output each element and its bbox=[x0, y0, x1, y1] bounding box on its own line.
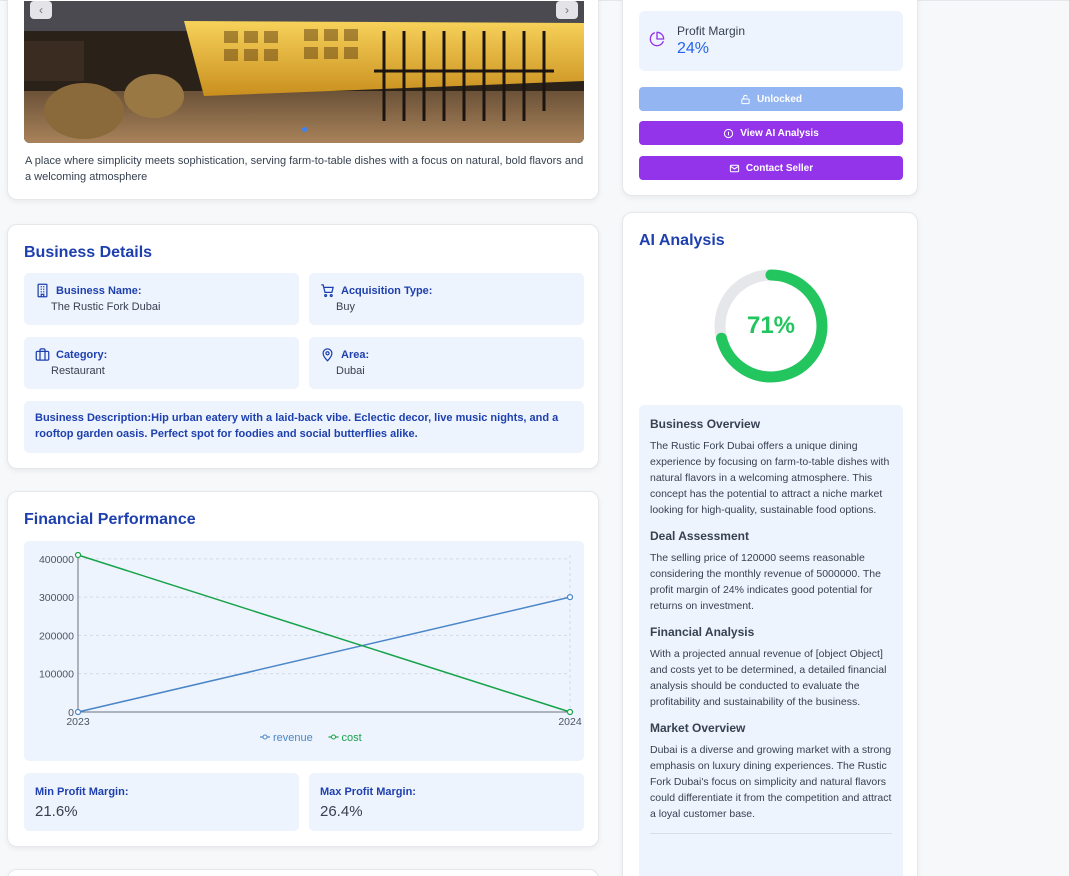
revenue-line bbox=[77, 596, 571, 713]
y-tick-label: 200000 bbox=[39, 630, 74, 642]
business-name-value: The Rustic Fork Dubai bbox=[51, 301, 161, 313]
revenue-legend-marker bbox=[262, 734, 268, 740]
y-tick-label: 400000 bbox=[39, 554, 74, 566]
business-description: Business Description:Hip urban eatery wi… bbox=[24, 401, 584, 453]
ai-analysis-title: AI Analysis bbox=[639, 232, 725, 249]
contact-seller-button[interactable]: Contact Seller bbox=[639, 156, 903, 180]
market-overview-text: Dubai is a diverse and growing market wi… bbox=[650, 744, 892, 820]
category-label: Category: bbox=[56, 349, 108, 361]
business-details-title: Business Details bbox=[24, 244, 153, 261]
carousel-prev-button[interactable]: ‹ bbox=[30, 1, 52, 19]
acquisition-type-value: Buy bbox=[336, 301, 355, 313]
carousel-next-button[interactable]: › bbox=[556, 1, 578, 19]
acquisition-type-box: Acquisition Type: Buy bbox=[309, 273, 584, 325]
listing-summary-card: Profit Margin 24% Unlocked View AI Analy… bbox=[622, 0, 918, 196]
divider bbox=[650, 833, 892, 834]
revenue-point bbox=[566, 594, 574, 601]
gallery-description: A place where simplicity meets sophistic… bbox=[25, 155, 584, 183]
contact-seller-label: Contact Seller bbox=[745, 162, 814, 174]
score-value: 71% bbox=[746, 312, 796, 339]
market-overview-heading: Market Overview bbox=[650, 721, 746, 735]
view-ai-analysis-label: View AI Analysis bbox=[740, 127, 819, 139]
restaurant-photo bbox=[24, 1, 584, 143]
financial-performance-card: Financial Performance 400000 300000 200000… bbox=[7, 491, 599, 847]
profit-margin-value: 24% bbox=[677, 40, 710, 57]
unlock-icon bbox=[741, 94, 750, 104]
business-overview-heading: Business Overview bbox=[650, 417, 761, 431]
ai-analysis-body: Business Overview The Rustic Fork Dubai … bbox=[639, 405, 903, 876]
acquisition-type-label: Acquisition Type: bbox=[341, 285, 433, 297]
unlocked-button[interactable]: Unlocked bbox=[639, 87, 903, 111]
line-chart: 40000030000020000010000002023 2024revenue… bbox=[39, 551, 582, 744]
max-profit-margin-value: 26.4% bbox=[320, 803, 363, 820]
map-pin-icon bbox=[322, 348, 333, 362]
cart-icon bbox=[321, 284, 334, 298]
profit-margin-box: Profit Margin 24% bbox=[639, 11, 903, 71]
y-tick-label: 300000 bbox=[39, 592, 74, 604]
deal-assessment-text: The selling price of 120000 seems reason… bbox=[650, 552, 881, 612]
mail-icon bbox=[729, 164, 740, 172]
pie-chart-icon bbox=[649, 31, 665, 47]
min-profit-margin-value: 21.6% bbox=[35, 803, 78, 820]
category-box: Category: Restaurant bbox=[24, 337, 299, 389]
info-icon bbox=[724, 128, 734, 138]
revenue-point bbox=[74, 708, 82, 716]
business-name-label: Business Name: bbox=[56, 285, 142, 297]
cost-point bbox=[74, 551, 82, 559]
business-details-card: Business Details Business Name: The Rust… bbox=[7, 224, 599, 469]
area-value: Dubai bbox=[336, 365, 365, 377]
area-label: Area: bbox=[341, 349, 370, 361]
min-profit-margin-label: Min Profit Margin: bbox=[35, 786, 129, 798]
financial-analysis-text: With a projected annual revenue of [obje… bbox=[650, 648, 887, 708]
y-tick-label: 100000 bbox=[39, 669, 74, 681]
revenue-legend-label: revenue bbox=[273, 732, 313, 744]
unlocked-label: Unlocked bbox=[756, 93, 802, 105]
area-box: Area: Dubai bbox=[309, 337, 584, 389]
profit-margin-label: Profit Margin bbox=[677, 24, 746, 38]
x-tick-label: 2023 bbox=[66, 716, 90, 728]
briefcase-icon bbox=[35, 348, 50, 361]
business-name-box: Business Name: The Rustic Fork Dubai bbox=[24, 273, 299, 325]
cost-legend-marker bbox=[331, 734, 336, 740]
x-tick-label: 2024 bbox=[558, 716, 582, 728]
view-ai-analysis-button[interactable]: View AI Analysis bbox=[639, 121, 903, 145]
cost-line bbox=[77, 554, 571, 713]
ai-analysis-card: AI Analysis 71% Business Overview The Ru… bbox=[622, 212, 918, 876]
max-profit-margin-box: Max Profit Margin: 26.4% bbox=[309, 773, 584, 831]
building-icon bbox=[37, 283, 48, 298]
max-profit-margin-label: Max Profit Margin: bbox=[320, 786, 416, 798]
business-overview-text: The Rustic Fork Dubai offers a unique di… bbox=[650, 440, 890, 516]
financial-chart: 400000 300000 200000 100000 0 2023 2024 revenue… bbox=[24, 541, 584, 761]
next-section-card bbox=[7, 869, 599, 876]
min-profit-margin-box: Min Profit Margin: 21.6% bbox=[24, 773, 299, 831]
gallery-card: ‹ › A place where simplicity meets sophi… bbox=[7, 0, 599, 200]
deal-assessment-heading: Deal Assessment bbox=[650, 529, 749, 543]
financial-performance-title: Financial Performance bbox=[24, 511, 196, 528]
cost-point bbox=[566, 708, 574, 716]
carousel-dot-active[interactable] bbox=[302, 127, 307, 132]
cost-legend-label: cost bbox=[342, 732, 362, 744]
category-value: Restaurant bbox=[51, 365, 105, 377]
financial-analysis-heading: Financial Analysis bbox=[650, 625, 755, 639]
